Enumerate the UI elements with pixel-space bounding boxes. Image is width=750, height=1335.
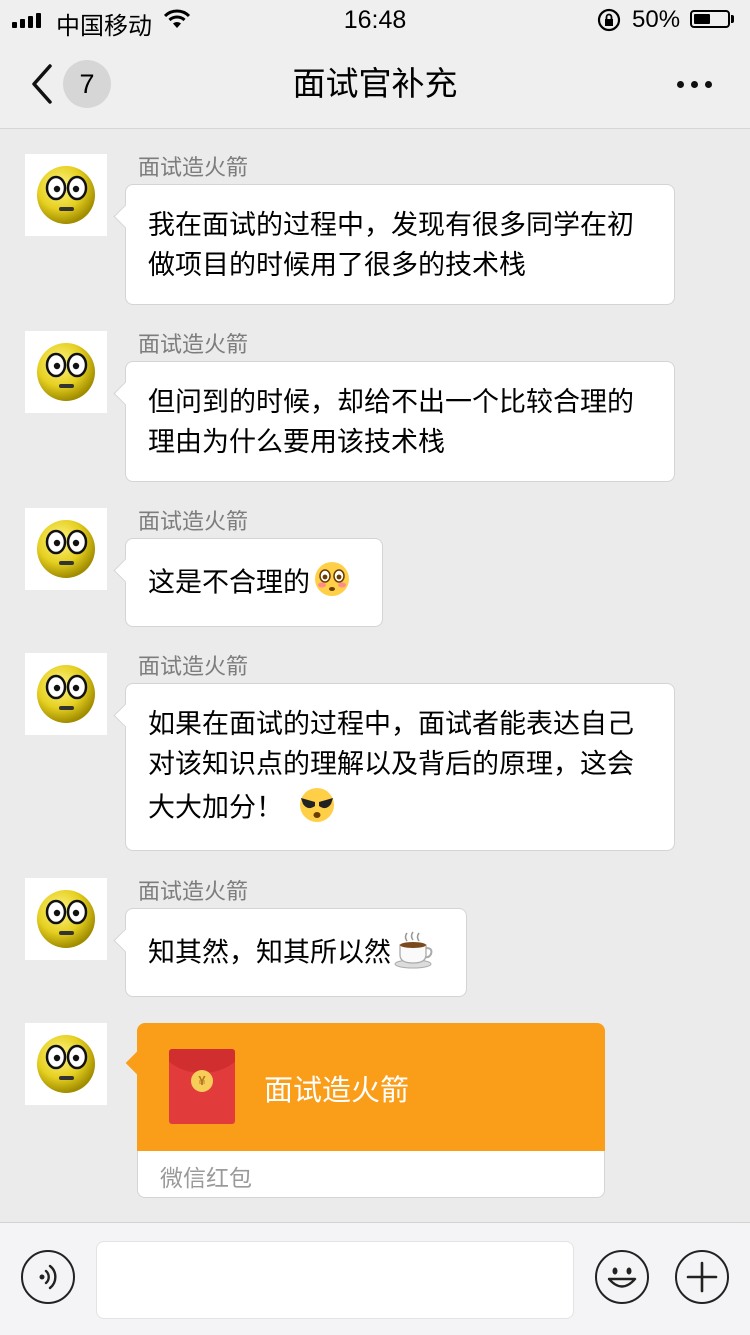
message-line: 大大加分！	[148, 792, 283, 823]
sender-name: 面试造火箭	[138, 509, 249, 534]
message-line: 如果在面试的过程中，面试者能表达自己	[148, 709, 634, 739]
sender-name: 面试造火箭	[138, 155, 249, 180]
red-packet-label: 微信红包	[160, 1165, 252, 1191]
more-dots-icon[interactable]	[672, 68, 716, 100]
sender-avatar[interactable]	[25, 653, 107, 735]
rotation-lock-icon	[596, 7, 622, 40]
unread-count-badge[interactable]: 7	[63, 60, 111, 108]
sender-name: 面试造火箭	[138, 654, 249, 679]
sender-avatar[interactable]	[25, 154, 107, 236]
battery-icon	[690, 10, 730, 28]
back-chevron-icon[interactable]	[26, 62, 60, 106]
red-envelope-icon: ¥	[169, 1049, 235, 1124]
red-packet-title: 面试造火箭	[264, 1075, 410, 1107]
message-line: 理由为什么要用该技术栈	[148, 427, 445, 457]
sender-avatar[interactable]	[25, 878, 107, 960]
emoji-face-icon[interactable]	[595, 1250, 649, 1304]
message-line: 我在面试的过程中，发现有很多同学在初	[148, 210, 634, 240]
sender-name: 面试造火箭	[138, 879, 249, 904]
message-bubble[interactable]: 知其然，知其所以然	[125, 908, 467, 997]
flushed-face-emoji	[312, 559, 352, 610]
message-bubble[interactable]: 我在面试的过程中，发现有很多同学在初 做项目的时候用了很多的技术栈	[125, 184, 675, 305]
sender-avatar[interactable]	[25, 508, 107, 590]
sender-avatar[interactable]	[25, 1023, 107, 1105]
plus-icon[interactable]	[675, 1250, 729, 1304]
message-bubble[interactable]: 但问到的时候，却给不出一个比较合理的 理由为什么要用该技术栈	[125, 361, 675, 482]
message-line: 对该知识点的理解以及背后的原理，这会	[148, 749, 634, 779]
input-bar	[0, 1222, 750, 1335]
red-packet-card[interactable]: ¥ 面试造火箭 微信红包	[137, 1023, 605, 1198]
sunglasses-face-emoji	[297, 784, 337, 835]
message-line: 这是不合理的	[148, 567, 310, 598]
sender-name: 面试造火箭	[138, 332, 249, 357]
message-bubble[interactable]: 如果在面试的过程中，面试者能表达自己 对该知识点的理解以及背后的原理，这会 大大…	[125, 683, 675, 851]
message-bubble[interactable]: 这是不合理的	[125, 538, 383, 627]
status-bar: 中国移动 16:48 50%	[0, 0, 750, 40]
message-line: 但问到的时候，却给不出一个比较合理的	[148, 387, 634, 417]
nav-bar: 面试官补充 7	[0, 40, 750, 129]
hot-coffee-emoji	[393, 929, 435, 980]
sender-avatar[interactable]	[25, 331, 107, 413]
battery-percent: 50%	[632, 6, 681, 33]
message-input[interactable]	[96, 1241, 574, 1319]
message-line: 知其然，知其所以然	[148, 937, 391, 968]
voice-icon[interactable]	[21, 1250, 75, 1304]
chat-title: 面试官补充	[292, 65, 458, 102]
message-line: 做项目的时候用了很多的技术栈	[148, 250, 526, 280]
